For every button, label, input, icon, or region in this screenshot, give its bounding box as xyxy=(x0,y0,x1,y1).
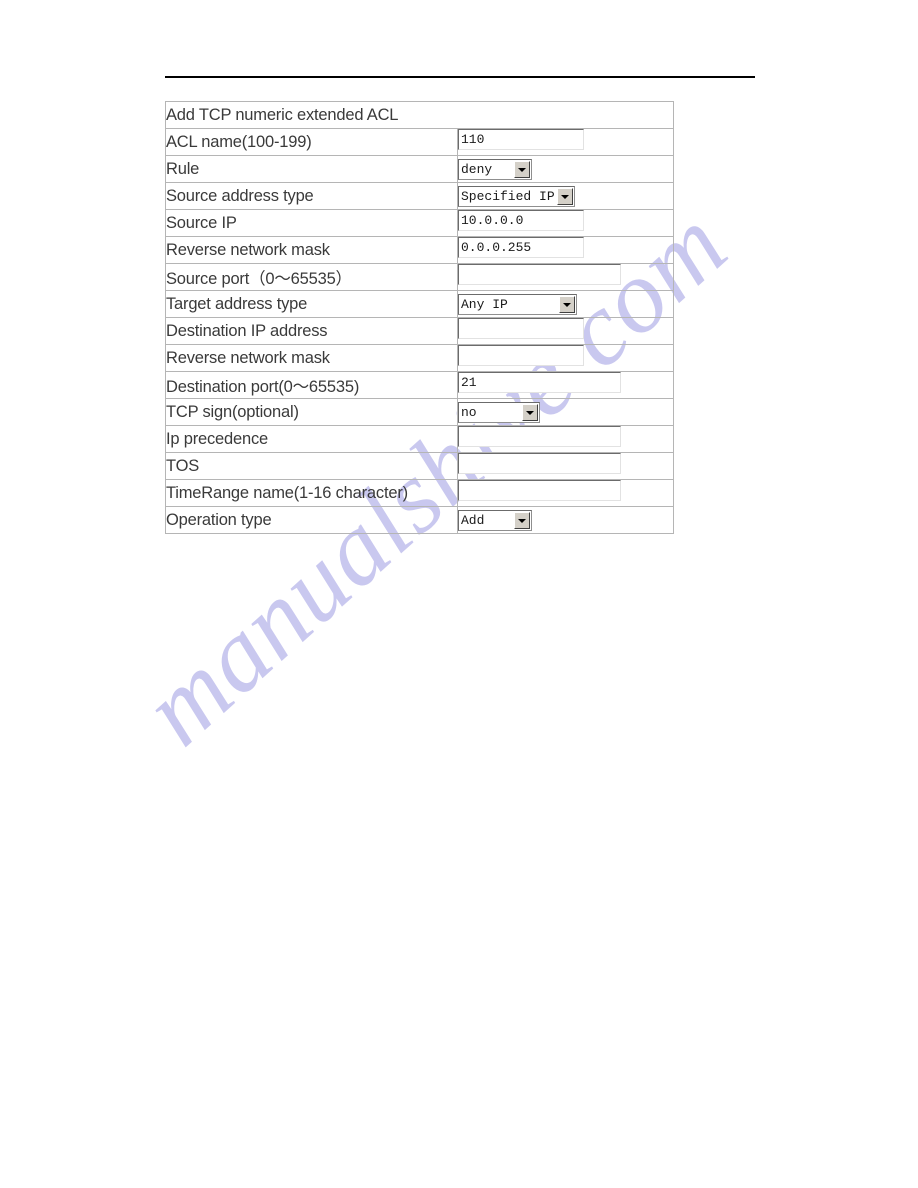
text-input-6[interactable] xyxy=(458,264,621,285)
field-cell: 21 xyxy=(456,371,675,399)
table-row-header: Add TCP numeric extended ACL xyxy=(164,101,675,129)
text-input-10[interactable]: 21 xyxy=(458,372,621,393)
chevron-down-icon[interactable] xyxy=(559,295,575,313)
field-label: Source port（0～65535） xyxy=(165,263,458,291)
table-row: TimeRange name(1-16 character) xyxy=(165,479,675,507)
field-label: TimeRange name(1-16 character) xyxy=(165,479,458,507)
table-row: TOS xyxy=(165,452,675,480)
select-11[interactable]: no xyxy=(458,401,540,423)
field-cell xyxy=(456,344,675,372)
chevron-down-icon[interactable] xyxy=(514,160,530,178)
field-cell xyxy=(456,452,675,480)
select-value: Specified IP xyxy=(461,188,555,204)
select-value: Add xyxy=(461,512,485,528)
select-3[interactable]: Specified IP xyxy=(458,185,575,207)
field-label: Operation type xyxy=(165,506,458,534)
table-row: Rule deny xyxy=(165,155,675,183)
field-cell: 0.0.0.255 xyxy=(456,236,675,264)
field-cell: Specified IP xyxy=(456,182,675,210)
select-value: Any IP xyxy=(461,296,508,312)
select-2[interactable]: deny xyxy=(458,158,532,180)
select-value: no xyxy=(461,404,477,420)
chevron-down-icon[interactable] xyxy=(514,511,530,529)
text-input-1[interactable]: 110 xyxy=(458,129,584,150)
field-label: Reverse network mask xyxy=(165,236,458,264)
field-label: Source address type xyxy=(165,182,458,210)
form-title: Add TCP numeric extended ACL xyxy=(164,101,675,129)
table-row: Ip precedence xyxy=(165,425,675,453)
field-cell xyxy=(456,425,675,453)
text-input-14[interactable] xyxy=(458,480,621,501)
field-label: Rule xyxy=(165,155,458,183)
table-row: Reverse network mask xyxy=(165,344,675,372)
table-row: ACL name(100-199) 110 xyxy=(165,128,675,156)
table-row: Source port（0～65535） xyxy=(165,263,675,291)
field-label: Target address type xyxy=(165,290,458,318)
field-label: Destination port(0～65535) xyxy=(165,371,458,399)
table-row: TCP sign(optional) no xyxy=(165,398,675,426)
table-row: Destination IP address xyxy=(165,317,675,345)
table-row: Destination port(0～65535) 21 xyxy=(165,371,675,399)
field-cell xyxy=(456,263,675,291)
select-15[interactable]: Add xyxy=(458,509,532,531)
field-cell: 10.0.0.0 xyxy=(456,209,675,237)
field-label: Destination IP address xyxy=(165,317,458,345)
field-cell: Any IP xyxy=(456,290,675,318)
field-cell: Add xyxy=(456,506,675,534)
field-label: Reverse network mask xyxy=(165,344,458,372)
text-input-8[interactable] xyxy=(458,318,584,339)
field-label: TOS xyxy=(165,452,458,480)
select-7[interactable]: Any IP xyxy=(458,293,577,315)
text-input-4[interactable]: 10.0.0.0 xyxy=(458,210,584,231)
table-row: Reverse network mask 0.0.0.255 xyxy=(165,236,675,264)
table-row: Operation type Add xyxy=(165,506,675,534)
acl-form-body: Add TCP numeric extended ACL ACL name(10… xyxy=(164,101,675,534)
field-cell xyxy=(456,479,675,507)
field-cell: deny xyxy=(456,155,675,183)
field-label: TCP sign(optional) xyxy=(165,398,458,426)
field-label: Source IP xyxy=(165,209,458,237)
table-row: Source address type Specified IP xyxy=(165,182,675,210)
table-row: Target address type Any IP xyxy=(165,290,675,318)
text-input-13[interactable] xyxy=(458,453,621,474)
header-divider-rule xyxy=(165,76,755,78)
acl-form-table: Add TCP numeric extended ACL ACL name(10… xyxy=(164,101,675,534)
field-cell: 110 xyxy=(456,128,675,156)
field-cell xyxy=(456,317,675,345)
chevron-down-icon[interactable] xyxy=(557,187,573,205)
text-input-5[interactable]: 0.0.0.255 xyxy=(458,237,584,258)
chevron-down-icon[interactable] xyxy=(522,403,538,421)
field-cell: no xyxy=(456,398,675,426)
text-input-9[interactable] xyxy=(458,345,584,366)
text-input-12[interactable] xyxy=(458,426,621,447)
select-value: deny xyxy=(461,161,493,177)
table-row: Source IP 10.0.0.0 xyxy=(165,209,675,237)
field-label: ACL name(100-199) xyxy=(165,128,458,156)
field-label: Ip precedence xyxy=(165,425,458,453)
